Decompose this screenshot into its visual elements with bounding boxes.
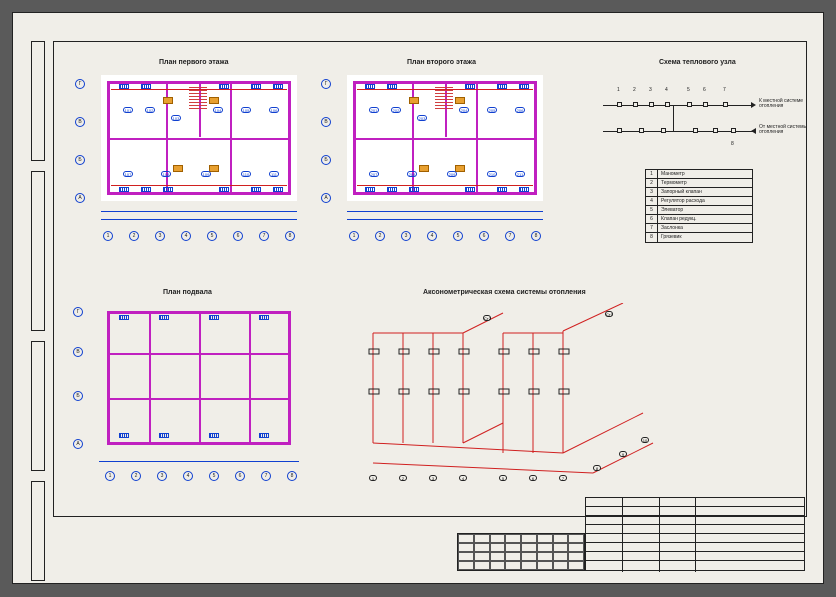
axis-letter: В	[75, 117, 85, 127]
axis-num: 2	[375, 231, 385, 241]
legend-table: 1Манометр 2Термометр 3Запорный клапан 4Р…	[645, 169, 753, 243]
axo-node: 7	[559, 475, 567, 481]
room-tag: 205	[487, 107, 497, 113]
room-tag: 211	[515, 171, 525, 177]
room-tag: 108	[161, 171, 171, 177]
room-tag: 106	[269, 107, 279, 113]
axis-num: 6	[479, 231, 489, 241]
axonometric-scheme: 1 2 3 4 5 6 7 8 9 10 Ст1 Ст2	[333, 303, 673, 493]
axo-node: 1	[369, 475, 377, 481]
axis-num: 1	[349, 231, 359, 241]
room-tag: 110	[241, 171, 251, 177]
axo-node: 2	[399, 475, 407, 481]
title-axo: Аксонометрическая схема системы отоплени…	[423, 289, 586, 296]
axis-letter: Г	[73, 307, 83, 317]
axis-letter: В	[321, 117, 331, 127]
room-tag: 107	[123, 171, 133, 177]
axis-letter: В	[73, 347, 83, 357]
room-tag: 203	[417, 115, 427, 121]
axis-num: 4	[427, 231, 437, 241]
room-tag: 105	[241, 107, 251, 113]
axis-num: 3	[157, 471, 167, 481]
axis-num: 1	[103, 231, 113, 241]
room-tag: 210	[487, 171, 497, 177]
axis-num: 6	[235, 471, 245, 481]
axis-num: 5	[207, 231, 217, 241]
axis-num: 5	[209, 471, 219, 481]
room-tag: 209	[447, 171, 457, 177]
room-tag: 201	[369, 107, 379, 113]
room-tag: 109	[201, 171, 211, 177]
axo-node: 8	[593, 465, 601, 471]
axis-letter: А	[75, 193, 85, 203]
room-tag: 204	[459, 107, 469, 113]
room-tag: 104	[213, 107, 223, 113]
axo-node: 3	[429, 475, 437, 481]
revision-block	[457, 533, 585, 571]
room-tag: 103	[171, 115, 181, 121]
axis-num: 3	[155, 231, 165, 241]
basement-plan	[99, 303, 299, 453]
axis-letter: Б	[73, 391, 83, 401]
floor-plan-1: 101 102 103 104 105 106 107 108 109 110 …	[101, 75, 297, 201]
room-tag: 206	[515, 107, 525, 113]
room-tag: 207	[369, 171, 379, 177]
thermal-node-scheme: 1 2 3 4 5 6 7 8 К местной системе отопле…	[603, 83, 793, 163]
room-tag: 208	[407, 171, 417, 177]
axis-num: 6	[233, 231, 243, 241]
axis-num: 1	[105, 471, 115, 481]
axo-node: Ст1	[605, 311, 613, 317]
axo-node: 9	[619, 451, 627, 457]
drawing-sheet: План первого этажа 101 102 103 104 1	[12, 12, 824, 584]
axo-node: 10	[641, 437, 649, 443]
room-tag: 101	[123, 107, 133, 113]
title-thermal: Схема теплового узла	[659, 59, 736, 66]
axis-letter: Б	[321, 155, 331, 165]
axis-num: 8	[285, 231, 295, 241]
axis-num: 2	[129, 231, 139, 241]
axis-letter: А	[73, 439, 83, 449]
room-tag: 111	[269, 171, 279, 177]
axis-num: 2	[131, 471, 141, 481]
axis-letter: Г	[75, 79, 85, 89]
axis-num: 4	[183, 471, 193, 481]
axis-num: 7	[505, 231, 515, 241]
axo-node: 4	[459, 475, 467, 481]
floor-plan-2: 201 202 203 204 205 206 207 208 209 210 …	[347, 75, 543, 201]
binding-margin	[31, 41, 49, 581]
axis-num: 5	[453, 231, 463, 241]
room-tag: 102	[145, 107, 155, 113]
title-plan1: План первого этажа	[159, 59, 229, 66]
room-tag: 202	[391, 107, 401, 113]
title-plan2: План второго этажа	[407, 59, 476, 66]
axis-letter: Б	[75, 155, 85, 165]
axis-letter: Г	[321, 79, 331, 89]
axis-letter: А	[321, 193, 331, 203]
thermal-from-label: От местной системы отопления	[759, 125, 819, 135]
axo-node: 6	[529, 475, 537, 481]
axis-num: 3	[401, 231, 411, 241]
axis-num: 8	[531, 231, 541, 241]
title-basement: План подвала	[163, 289, 212, 296]
axo-node: Ст2	[483, 315, 491, 321]
axis-num: 4	[181, 231, 191, 241]
axis-num: 8	[287, 471, 297, 481]
thermal-to-label: К местной системе отопления	[759, 99, 819, 109]
axis-num: 7	[261, 471, 271, 481]
axo-node: 5	[499, 475, 507, 481]
title-block	[585, 497, 805, 571]
axis-num: 7	[259, 231, 269, 241]
